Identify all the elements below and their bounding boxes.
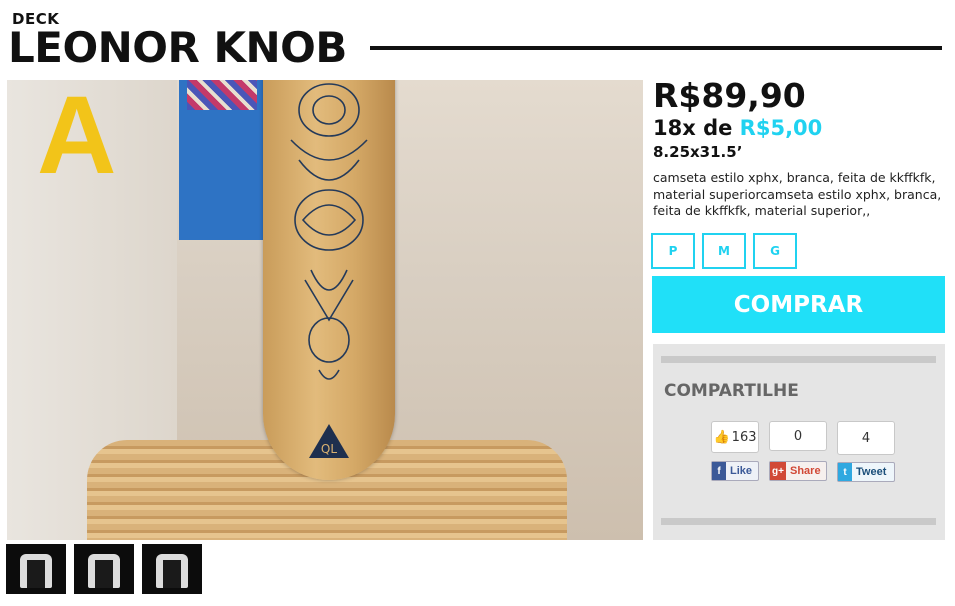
installment-value: R$5,00 — [739, 116, 823, 140]
title-divider — [370, 46, 942, 50]
size-option-m[interactable]: M — [702, 233, 746, 269]
installment-prefix: 18x de — [653, 116, 733, 140]
gplus-count-box: 0 — [769, 421, 827, 451]
share-title: COMPARTILHE — [664, 381, 799, 401]
gplus-share-button[interactable]: g+ Share — [769, 461, 827, 481]
twitter-icon: t — [838, 463, 852, 481]
thumbnail-shirt-body — [95, 560, 113, 588]
thumbnail-shirt-body — [27, 560, 45, 588]
size-option-p[interactable]: P — [651, 233, 695, 269]
facebook-like-button[interactable]: f Like — [711, 461, 759, 481]
gplus-share-label: Share — [790, 465, 821, 477]
facebook-like-label: Like — [730, 465, 753, 477]
image-deck-board: QL — [263, 80, 395, 480]
thumbnail-3[interactable] — [142, 544, 202, 594]
twitter-count: 4 — [861, 430, 871, 446]
share-panel-bottom-bar — [661, 518, 936, 525]
facebook-count: 163 — [731, 429, 757, 445]
deck-artwork — [290, 83, 368, 380]
facebook-count-box: 👍 163 — [711, 421, 759, 453]
thumbnail-1[interactable] — [6, 544, 66, 594]
twitter-tweet-button[interactable]: t Tweet — [837, 462, 895, 482]
facebook-icon: f — [712, 462, 726, 480]
product-price: R$89,90 — [653, 76, 806, 115]
twitter-tweet-label: Tweet — [856, 466, 887, 478]
deck-logo-icon: QL — [309, 424, 349, 458]
facebook-like-icon: 👍 — [713, 429, 730, 445]
thumbnail-shirt-body — [163, 560, 181, 588]
product-description: camseta estilo xphx, branca, feita de kk… — [653, 170, 942, 218]
twitter-count-box: 4 — [837, 421, 895, 455]
buy-button[interactable]: COMPRAR — [652, 276, 945, 333]
image-decor-letter: A — [37, 80, 117, 197]
google-plus-icon: g+ — [770, 462, 786, 480]
share-panel: COMPARTILHE 👍 163 f Like 0 g+ Share 4 t … — [653, 344, 945, 540]
share-panel-top-bar — [661, 356, 936, 363]
svg-text:QL: QL — [321, 442, 337, 456]
thumbnail-2[interactable] — [74, 544, 134, 594]
product-title: LEONOR KNOB — [8, 23, 347, 72]
installment-info: 18x de R$5,00 — [653, 116, 822, 140]
image-sticker — [187, 80, 257, 110]
product-main-image[interactable]: A QL — [7, 80, 643, 540]
size-option-g[interactable]: G — [753, 233, 797, 269]
gplus-count: 0 — [793, 428, 803, 444]
product-dimensions: 8.25x31.5’ — [653, 143, 743, 161]
